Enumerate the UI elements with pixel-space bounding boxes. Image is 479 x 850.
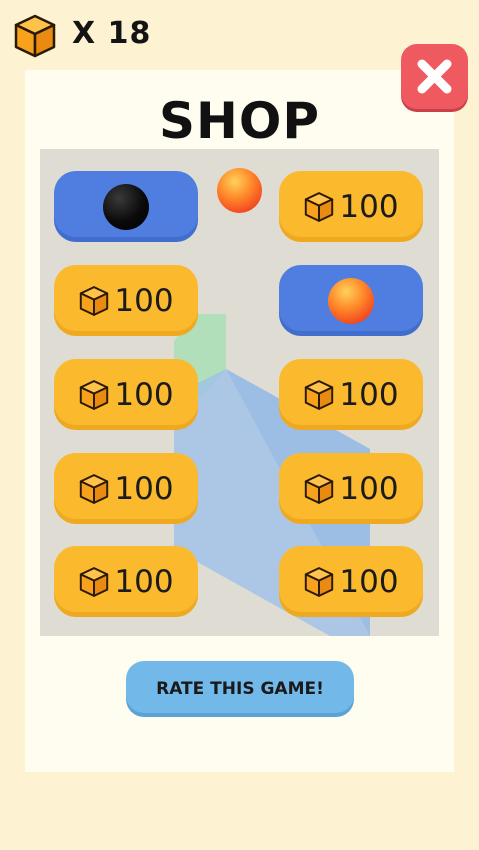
cube-box-icon	[80, 566, 109, 597]
rate-game-button[interactable]: RATE THIS GAME!	[126, 661, 354, 717]
price-label: 100	[114, 282, 174, 319]
price-label: 100	[339, 376, 399, 413]
price-tag: 100	[54, 359, 198, 430]
ball-skin-owned[interactable]	[279, 265, 423, 336]
cube-box-icon	[80, 285, 109, 316]
cube-box-icon	[14, 14, 56, 58]
price-tag: 100	[54, 265, 198, 336]
price-tag: 100	[279, 453, 423, 524]
price-tag: 100	[54, 546, 198, 617]
price-label: 100	[114, 563, 174, 600]
currency-count: X 18	[72, 16, 152, 51]
price-label: 100	[114, 376, 174, 413]
price-tag: 100	[279, 171, 423, 242]
cube-box-icon	[305, 473, 334, 504]
price-label: 100	[339, 563, 399, 600]
shop-title: SHOP	[158, 92, 320, 150]
price-tag: 100	[54, 453, 198, 524]
cube-box-icon	[305, 379, 334, 410]
ball-skin-owned[interactable]	[54, 171, 198, 242]
black-ball-icon	[103, 183, 149, 230]
buy-skin-button[interactable]: 100	[279, 359, 423, 430]
cube-box-icon	[80, 473, 109, 504]
buy-skin-button[interactable]: 100	[54, 453, 198, 524]
price-label: 100	[339, 188, 399, 225]
buy-skin-button[interactable]: 100	[54, 546, 198, 617]
price-label: 100	[114, 470, 174, 507]
price-tag: 100	[279, 546, 423, 617]
buy-skin-button[interactable]: 100	[54, 359, 198, 430]
cube-box-icon	[305, 191, 334, 222]
orange-ball-icon	[328, 277, 374, 324]
selected-ball-preview	[217, 168, 262, 213]
price-label: 100	[339, 470, 399, 507]
buy-skin-button[interactable]: 100	[54, 265, 198, 336]
price-tag: 100	[279, 359, 423, 430]
cube-box-icon	[80, 379, 109, 410]
buy-skin-button[interactable]: 100	[279, 546, 423, 617]
buy-skin-button[interactable]: 100	[279, 171, 423, 242]
cube-box-icon	[305, 566, 334, 597]
buy-skin-button[interactable]: 100	[279, 453, 423, 524]
